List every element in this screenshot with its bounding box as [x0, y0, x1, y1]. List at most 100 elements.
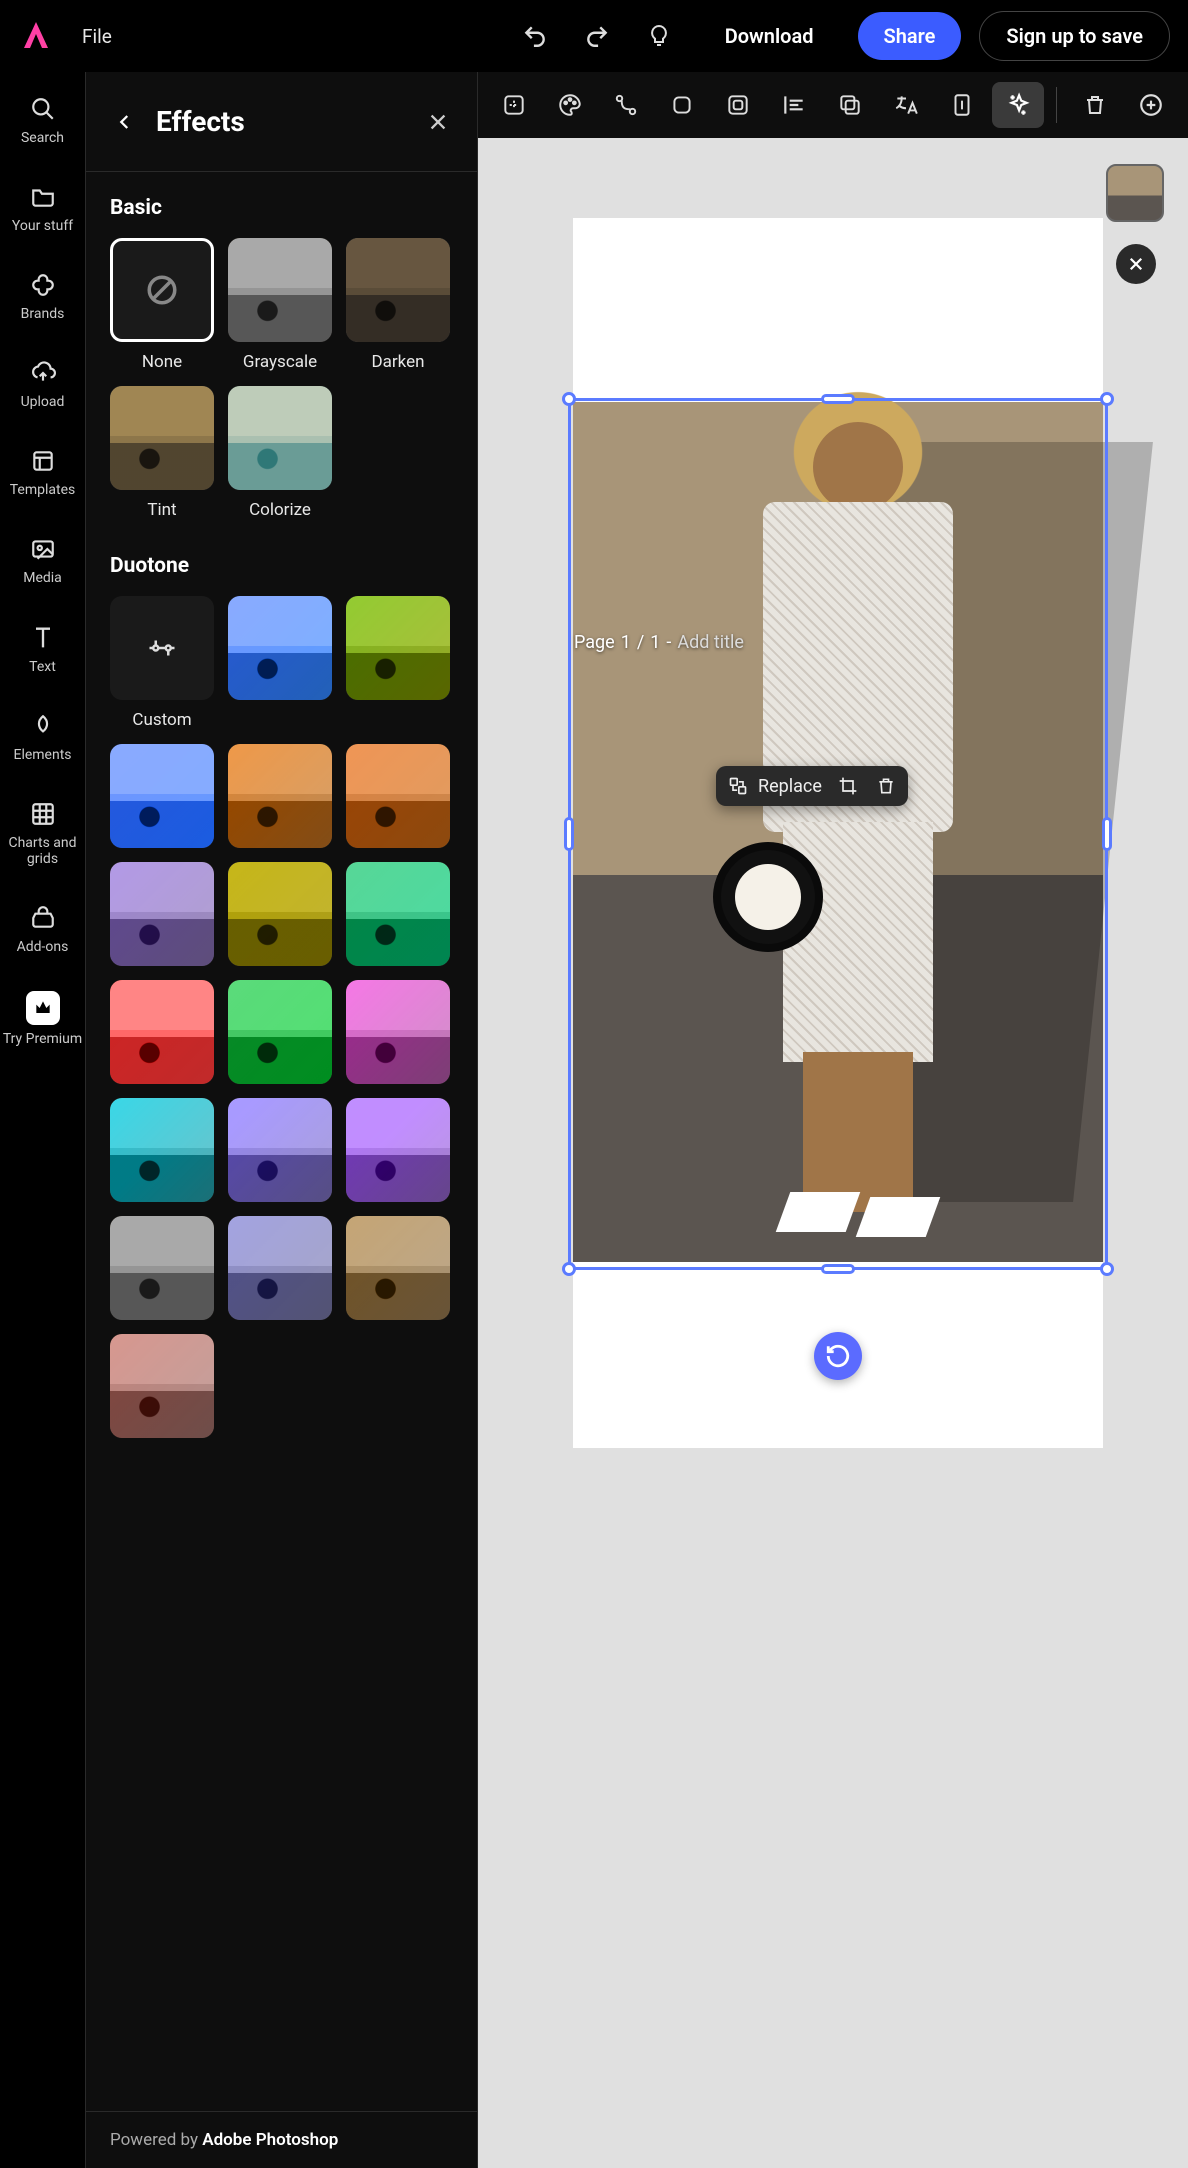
rail-item-folder[interactable]: Your stuff	[0, 178, 85, 238]
ctx-mask-button[interactable]	[712, 82, 764, 128]
rail-item-addons[interactable]: Add-ons	[0, 899, 85, 959]
premium-icon	[26, 991, 60, 1025]
ctx-page-button[interactable]	[936, 82, 988, 128]
signup-button[interactable]: Sign up to save	[979, 11, 1170, 61]
align-icon	[781, 92, 807, 118]
selection-handle-tm[interactable]	[821, 394, 855, 404]
rail-label: Upload	[21, 394, 65, 410]
palette-icon	[557, 92, 583, 118]
undo-button[interactable]	[513, 14, 557, 58]
replace-icon	[726, 774, 750, 798]
crop-icon	[836, 774, 860, 798]
canvas-area[interactable]: Page 1 / 1 - Add title Replace	[478, 72, 1188, 2168]
effect-label: Colorize	[249, 500, 311, 520]
duotone-swatch-4[interactable]	[346, 744, 450, 848]
duotone-swatch-13[interactable]	[346, 1098, 450, 1202]
duotone-swatch-2[interactable]	[110, 744, 214, 848]
ctx-shape-button[interactable]	[656, 82, 708, 128]
rail-item-templates[interactable]: Templates	[0, 442, 85, 502]
duotone-swatch-7[interactable]	[346, 862, 450, 966]
duotone-swatch-10[interactable]	[346, 980, 450, 1084]
share-button[interactable]: Share	[858, 12, 962, 60]
effect-label: Grayscale	[243, 352, 317, 372]
ctx-delete-button[interactable]	[1069, 82, 1121, 128]
effect-darken[interactable]: Darken	[346, 238, 450, 372]
rail-item-charts[interactable]: Charts and grids	[0, 795, 85, 871]
duotone-custom[interactable]: Custom	[110, 596, 214, 730]
ctx-layers-button[interactable]	[824, 82, 876, 128]
duotone-swatch-12[interactable]	[228, 1098, 332, 1202]
duotone-swatch-9[interactable]	[228, 980, 332, 1084]
rail-item-brands[interactable]: Brands	[0, 266, 85, 326]
panel-back-button[interactable]	[110, 107, 140, 137]
selection-handle-ml[interactable]	[564, 817, 574, 851]
rail-label: Brands	[21, 306, 65, 322]
effect-label: Darken	[371, 352, 424, 372]
addons-icon	[28, 903, 58, 933]
rail-item-media[interactable]: Media	[0, 530, 85, 590]
selection-handle-bm[interactable]	[821, 1264, 855, 1274]
effect-tint[interactable]: Tint	[110, 386, 214, 520]
replace-button[interactable]: Replace	[726, 774, 822, 798]
ctx-generative-button[interactable]	[488, 82, 540, 128]
upload-icon	[28, 358, 58, 388]
selection-handle-tr[interactable]	[1100, 392, 1114, 406]
crop-button[interactable]	[836, 774, 860, 798]
file-menu[interactable]: File	[72, 19, 122, 54]
selection-handle-tl[interactable]	[562, 392, 576, 406]
trash-icon	[1083, 93, 1107, 117]
rail-label: Add-ons	[17, 939, 69, 955]
close-thumbnail-button[interactable]	[1116, 244, 1156, 284]
rounded-square-icon	[669, 92, 695, 118]
duotone-swatch-5[interactable]	[110, 862, 214, 966]
rail-item-text[interactable]: Text	[0, 619, 85, 679]
ctx-add-button[interactable]	[1125, 82, 1177, 128]
effect-grayscale[interactable]: Grayscale	[228, 238, 332, 372]
rail-item-search[interactable]: Search	[0, 90, 85, 150]
ctx-translate-button[interactable]	[880, 82, 932, 128]
selection-handle-bl[interactable]	[562, 1262, 576, 1276]
text-icon	[28, 623, 58, 653]
templates-icon	[28, 446, 58, 476]
app-logo[interactable]	[18, 18, 54, 54]
selection-handle-mr[interactable]	[1102, 817, 1112, 851]
add-title-placeholder[interactable]: Add title	[677, 632, 744, 653]
duotone-swatch-11[interactable]	[110, 1098, 214, 1202]
rail-label: Templates	[10, 482, 76, 498]
rail-item-upload[interactable]: Upload	[0, 354, 85, 414]
selection-handle-br[interactable]	[1100, 1262, 1114, 1276]
charts-icon	[28, 799, 58, 829]
selected-image[interactable]	[573, 402, 1103, 1262]
ctx-color-button[interactable]	[544, 82, 596, 128]
duotone-swatch-6[interactable]	[228, 862, 332, 966]
duotone-swatch-1[interactable]	[346, 596, 450, 730]
effect-colorize[interactable]: Colorize	[228, 386, 332, 520]
duotone-swatch-16[interactable]	[346, 1216, 450, 1320]
duotone-swatch-3[interactable]	[228, 744, 332, 848]
rail-item-premium[interactable]: Try Premium	[0, 987, 85, 1051]
duotone-swatch-17[interactable]	[110, 1334, 214, 1438]
revert-button[interactable]	[814, 1332, 862, 1380]
duotone-swatch-14[interactable]	[110, 1216, 214, 1320]
ctx-effects-button[interactable]	[992, 82, 1044, 128]
effects-panel: Effects Basic NoneGrayscaleDarkenTintCol…	[86, 72, 478, 2168]
mask-icon	[725, 92, 751, 118]
delete-button[interactable]	[874, 774, 898, 798]
ctx-align-button[interactable]	[768, 82, 820, 128]
redo-button[interactable]	[575, 14, 619, 58]
rail-item-elements[interactable]: Elements	[0, 707, 85, 767]
duotone-swatch-15[interactable]	[228, 1216, 332, 1320]
duotone-swatch-8[interactable]	[110, 980, 214, 1084]
tips-button[interactable]	[637, 14, 681, 58]
context-toolbar	[478, 72, 1188, 138]
duotone-swatch-0[interactable]	[228, 596, 332, 730]
curve-icon	[613, 92, 639, 118]
sparkle-icon	[501, 92, 527, 118]
download-button[interactable]: Download	[699, 12, 840, 60]
panel-close-button[interactable]	[423, 107, 453, 137]
effect-none[interactable]: None	[110, 238, 214, 372]
page-label[interactable]: Page 1 / 1 - Add title	[574, 632, 744, 653]
page-thumbnail[interactable]	[1106, 164, 1164, 222]
rail-label: Media	[23, 570, 62, 586]
ctx-curve-button[interactable]	[600, 82, 652, 128]
